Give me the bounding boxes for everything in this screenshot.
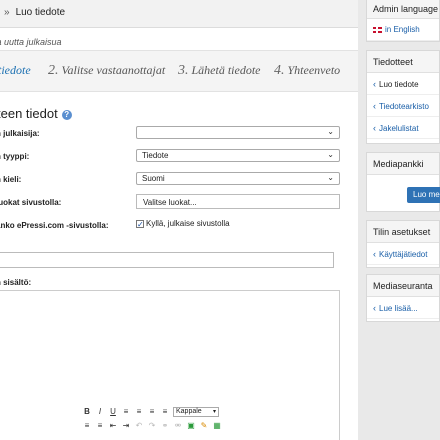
redo-icon[interactable]: ↷ <box>147 421 157 431</box>
outdent-icon[interactable]: ⇤ <box>108 421 118 431</box>
wizard-steps: tiedote 2. Valitse vastaanottajat 3. Läh… <box>0 50 358 92</box>
step-4[interactable]: 4. Yhteenveto <box>274 63 340 79</box>
mediapankki-panel: Mediapankki Luo med <box>366 152 440 212</box>
sidebar-item-label: Tiedotearkisto <box>379 102 429 111</box>
paste-icon[interactable]: ✎ <box>199 421 209 431</box>
language-select[interactable]: Suomi ⌄ <box>136 172 340 185</box>
step-3-num: 3. <box>178 63 189 78</box>
tilin-asetukset-title: Tilin asetukset <box>367 221 439 243</box>
mediapankki-title: Mediapankki <box>367 153 439 175</box>
step-4-label: Yhteenveto <box>287 63 341 77</box>
sidebar-item-label: Jakelulistat <box>379 124 419 133</box>
sidebar-item-label: Lue lisää... <box>379 304 418 313</box>
chevron-left-icon: ‹ <box>373 79 376 89</box>
english-link[interactable]: in English <box>367 19 439 41</box>
sidebar-item-lue-lisaa[interactable]: ‹ Lue lisää... <box>367 297 439 319</box>
mediaseuranta-panel: Mediaseuranta ‹ Lue lisää... <box>366 274 440 322</box>
sidebar-item-tiedotearkisto[interactable]: ‹ Tiedotearkisto <box>367 95 439 117</box>
step-2[interactable]: 2. Valitse vastaanottajat <box>48 63 165 79</box>
chevron-left-icon: ‹ <box>373 101 376 111</box>
publish-checkbox-label: Kyllä, julkaise sivustolla <box>146 219 230 228</box>
summary-input[interactable] <box>0 252 334 268</box>
sidebar: Admin language in English Tiedotteet ‹ Lu… <box>366 0 440 440</box>
bold-button[interactable]: B <box>82 407 92 417</box>
align-center-icon[interactable]: ≡ <box>134 407 144 417</box>
align-justify-icon[interactable]: ≡ <box>160 407 170 417</box>
breadcrumb: » Luo tiedote <box>0 7 65 18</box>
indent-icon[interactable]: ⇥ <box>121 421 131 431</box>
publish-checkbox-row[interactable]: ✓ Kyllä, julkaise sivustolla <box>136 219 230 228</box>
format-select-value: Kappale <box>176 408 202 415</box>
bullet-list-icon[interactable]: ≡ <box>82 421 92 431</box>
chevron-left-icon: ‹ <box>373 123 376 133</box>
numbered-list-icon[interactable]: ≡ <box>95 421 105 431</box>
format-select[interactable]: Kappale ▾ <box>173 407 219 417</box>
chevron-left-icon: ‹ <box>373 303 376 313</box>
editor-toolbar: B I U ≡ ≡ ≡ ≡ Kappale ▾ ≡ ≡ ⇤ ⇥ ↶ ↷ ⚭ ⚮ ▣… <box>82 406 242 436</box>
tilin-asetukset-panel: Tilin asetukset ‹ Käyttäjätiedot <box>366 220 440 268</box>
toolbar-row-2: ≡ ≡ ⇤ ⇥ ↶ ↷ ⚭ ⚮ ▣ ✎ ▦ <box>82 420 222 432</box>
step-3-label: Lähetä tiedote <box>191 63 261 77</box>
categories-input[interactable]: Valitse luokat... <box>136 194 340 209</box>
publish-checkbox[interactable]: ✓ <box>136 219 144 228</box>
info-icon[interactable]: ? <box>61 109 72 120</box>
admin-language-title: Admin language <box>367 0 439 19</box>
chevron-down-icon: ⌄ <box>327 173 334 182</box>
undo-icon[interactable]: ↶ <box>134 421 144 431</box>
step-2-num: 2. <box>48 63 59 78</box>
section-title-text: teen tiedot <box>0 106 58 121</box>
uk-flag-icon <box>373 26 382 33</box>
chevron-down-icon: ⌄ <box>327 127 334 136</box>
top-bar: » Luo tiedote <box>0 0 358 28</box>
language-label: n kieli: <box>0 175 22 184</box>
step-1-label: tiedote <box>0 63 31 77</box>
step-1[interactable]: tiedote <box>0 63 31 79</box>
italic-button[interactable]: I <box>95 407 105 417</box>
chevron-down-icon: ▾ <box>212 409 216 415</box>
categories-label: luokat sivustolla: <box>0 198 62 207</box>
align-left-icon[interactable]: ≡ <box>121 407 131 417</box>
content-label: n sisältö: <box>0 278 32 287</box>
english-link-label: in English <box>385 25 420 34</box>
sidebar-item-kayttajatiedot[interactable]: ‹ Käyttäjätiedot <box>367 243 439 265</box>
unlink-icon[interactable]: ⚮ <box>173 421 183 431</box>
chevron-left-icon: ‹ <box>373 249 376 259</box>
source-icon[interactable]: ▦ <box>212 421 222 431</box>
link-icon[interactable]: ⚭ <box>160 421 170 431</box>
breadcrumb-separator: » <box>4 7 10 18</box>
type-select[interactable]: Tiedote ⌄ <box>136 149 340 162</box>
main-content: sa uutta julkaisua tiedote 2. Valitse va… <box>0 28 358 440</box>
step-4-num: 4. <box>274 63 285 78</box>
publish-label: anko ePressi.com -sivustolla: <box>0 221 109 230</box>
create-media-button[interactable]: Luo med <box>407 187 440 203</box>
sidebar-item-label: Luo tiedote <box>379 80 419 89</box>
toolbar-row-1: B I U ≡ ≡ ≡ ≡ Kappale ▾ <box>82 406 219 418</box>
sidebar-item-label: Käyttäjätiedot <box>379 250 428 259</box>
image-icon[interactable]: ▣ <box>186 421 196 431</box>
mediaseuranta-title: Mediaseuranta <box>367 275 439 297</box>
step-3[interactable]: 3. Lähetä tiedote <box>178 63 261 79</box>
form-subtitle: sa uutta julkaisua <box>0 37 62 47</box>
type-select-value: Tiedote <box>142 151 169 160</box>
type-label: n tyyppi: <box>0 152 30 161</box>
step-2-label: Valitse vastaanottajat <box>61 63 166 77</box>
tiedotteet-panel: Tiedotteet ‹ Luo tiedote ‹ Tiedotearkisto … <box>366 50 440 144</box>
section-title: teen tiedot? <box>0 106 72 121</box>
align-right-icon[interactable]: ≡ <box>147 407 157 417</box>
language-select-value: Suomi <box>142 174 165 183</box>
sidebar-item-jakelulistat[interactable]: ‹ Jakelulistat <box>367 117 439 139</box>
breadcrumb-current: Luo tiedote <box>15 7 66 18</box>
underline-button[interactable]: U <box>108 407 118 417</box>
tiedotteet-title: Tiedotteet <box>367 51 439 73</box>
chevron-down-icon: ⌄ <box>327 150 334 159</box>
publisher-select[interactable]: ⌄ <box>136 126 340 139</box>
publisher-label: n julkaisija: <box>0 129 40 138</box>
sidebar-item-luo-tiedote[interactable]: ‹ Luo tiedote <box>367 73 439 95</box>
admin-language-panel: Admin language in English <box>366 0 440 42</box>
